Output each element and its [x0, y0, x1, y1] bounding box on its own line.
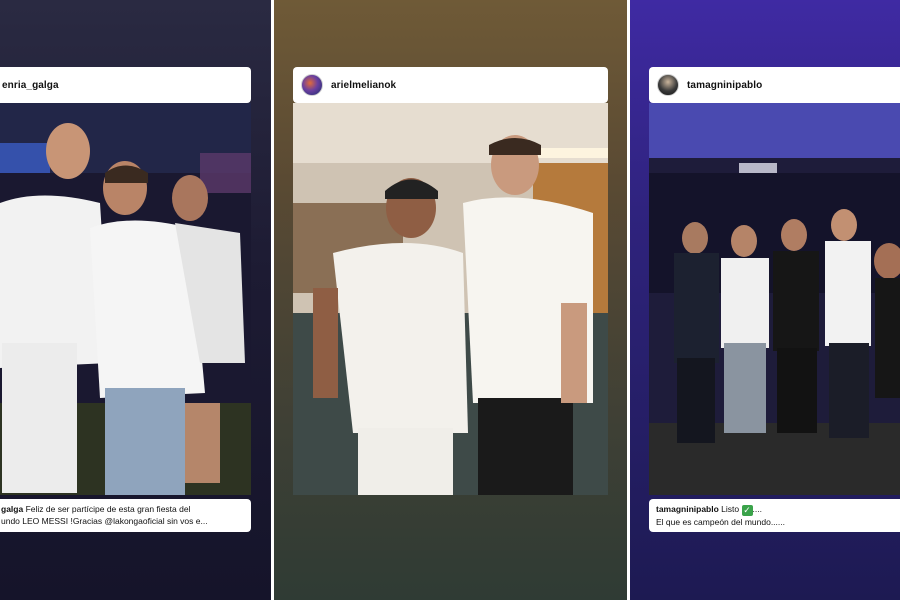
story-username[interactable]: tamagninipablo [687, 80, 762, 91]
caption-text-line1: Listo [718, 504, 742, 514]
check-mark-button-icon: ✓ [741, 505, 753, 516]
caption-text-ellipsis: .... [752, 504, 762, 514]
story-photo [649, 103, 900, 495]
caption-username[interactable]: tamagninipablo [656, 504, 719, 514]
caption-username[interactable]: galga [1, 504, 23, 514]
group-photo-image [649, 103, 900, 495]
story-header[interactable]: arielmelianok [293, 67, 608, 103]
story-caption: galga Feliz de ser partícipe de esta gra… [0, 499, 251, 532]
story-header[interactable]: enria_galga [0, 67, 251, 103]
lounge-photo-image [293, 103, 608, 495]
caption-text-line1: Feliz de ser partícipe de esta gran fies… [23, 504, 191, 514]
story-caption: tamagninipablo Listo ✓.... El que es cam… [649, 499, 900, 532]
story-panel-1[interactable]: enria_galga galga Feliz de ser partícipe [0, 0, 271, 600]
story-header[interactable]: tamagninipablo [649, 67, 900, 103]
story-photo [293, 103, 608, 495]
profile-avatar-icon[interactable] [657, 74, 679, 96]
story-panel-2[interactable]: arielmelianok [274, 0, 627, 600]
story-photo [0, 103, 251, 495]
story-username[interactable]: arielmelianok [331, 80, 396, 91]
profile-avatar-icon[interactable] [301, 74, 323, 96]
party-photo-image [0, 103, 251, 495]
caption-text-line2: undo LEO MESSI !Gracias @lakongaoficial … [1, 516, 208, 526]
caption-text-line2: El que es campeón del mundo...... [656, 517, 785, 527]
story-username[interactable]: enria_galga [2, 80, 59, 91]
story-panel-3[interactable]: tamagninipablo tamagninipablo Listo ✓ ..… [630, 0, 900, 600]
